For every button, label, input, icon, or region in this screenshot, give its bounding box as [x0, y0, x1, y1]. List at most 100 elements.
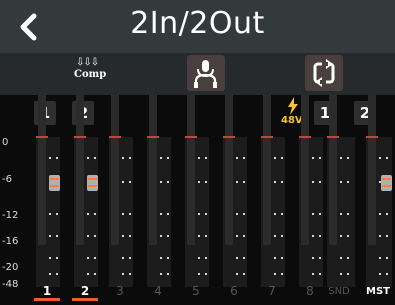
scale-tick: [56, 273, 58, 275]
channel-label: 7: [268, 284, 276, 298]
fader-knob[interactable]: [381, 175, 392, 191]
scale-tick: [243, 235, 245, 237]
scale-tick: [205, 235, 207, 237]
channel-label: 6: [230, 284, 238, 298]
swap-button[interactable]: [305, 55, 343, 91]
scale-label: -6: [2, 174, 12, 185]
fader-knob[interactable]: [87, 175, 98, 191]
meter-bar: [225, 95, 233, 245]
peak-indicator: [36, 136, 48, 138]
mixer-screen: 2In/2Out ⇩⇩⇩ Comp 48V 1 2 0 -6 -12 -16 -…: [0, 0, 395, 305]
scale-tick: [340, 273, 342, 275]
comp-button[interactable]: ⇩⇩⇩ Comp: [70, 55, 114, 95]
scale-tick: [205, 181, 207, 183]
scale-tick: [281, 257, 283, 259]
scale-tick: [160, 273, 162, 275]
scale-tick: [386, 273, 388, 275]
scale-tick: [312, 235, 314, 237]
peak-indicator: [261, 136, 273, 138]
scale-tick: [167, 273, 169, 275]
scale-tick: [379, 257, 381, 259]
scale-tick: [340, 213, 342, 215]
scale-tick: [198, 257, 200, 259]
scale-tick: [243, 257, 245, 259]
peak-indicator: [109, 136, 121, 138]
scale-tick: [205, 273, 207, 275]
scale-label: -16: [2, 236, 19, 247]
scale-tick: [205, 157, 207, 159]
active-indicator: [72, 298, 98, 301]
scale-tick: [87, 273, 89, 275]
scale-tick: [274, 257, 276, 259]
scale-tick: [386, 213, 388, 215]
scale-tick: [319, 157, 321, 159]
peak-indicator: [366, 136, 378, 138]
monitor-button[interactable]: [187, 55, 225, 91]
channel-label: 8: [306, 284, 314, 298]
meter-bar: [149, 95, 157, 245]
swap-arrows-icon: [313, 59, 335, 87]
lightning-icon: [288, 97, 298, 115]
scale-tick: [94, 235, 96, 237]
toolbar: ⇩⇩⇩ Comp: [0, 53, 395, 95]
scale-tick: [160, 181, 162, 183]
scale-tick: [386, 235, 388, 237]
down-arrows-icon: ⇩⇩⇩: [76, 57, 99, 68]
peak-indicator: [327, 136, 339, 138]
scale-tick: [198, 181, 200, 183]
scale-tick: [56, 157, 58, 159]
fader-knob[interactable]: [49, 175, 60, 191]
meter-bar: [263, 95, 271, 245]
scale-tick: [340, 181, 342, 183]
scale-tick: [122, 257, 124, 259]
meter-bar: [111, 95, 119, 245]
scale-tick: [205, 213, 207, 215]
scale-tick: [312, 257, 314, 259]
scale-tick: [236, 213, 238, 215]
headphone-mic-icon: [194, 60, 217, 88]
scale-tick: [198, 213, 200, 215]
scale-tick: [167, 257, 169, 259]
scale-tick: [167, 181, 169, 183]
scale-tick: [56, 213, 58, 215]
scale-tick: [122, 181, 124, 183]
scale-tick: [281, 213, 283, 215]
channel-label: 1: [42, 284, 52, 298]
scale-tick: [312, 273, 314, 275]
scale-tick: [319, 273, 321, 275]
scale-tick: [319, 213, 321, 215]
scale-tick: [319, 181, 321, 183]
channel-label: 4: [154, 284, 162, 298]
scale-tick: [160, 235, 162, 237]
channel-label: MST: [366, 286, 390, 297]
scale-tick: [347, 257, 349, 259]
scale-tick: [129, 257, 131, 259]
meter-bar: [187, 95, 195, 245]
scale-tick: [49, 213, 51, 215]
scale-tick: [281, 181, 283, 183]
scale-tick: [379, 213, 381, 215]
meter-bar: [76, 95, 84, 245]
scale-tick: [129, 213, 131, 215]
scale-tick: [379, 157, 381, 159]
active-indicator: [34, 298, 60, 301]
scale-tick: [87, 235, 89, 237]
scale-tick: [340, 235, 342, 237]
scale-label: -48: [2, 279, 19, 290]
scale-tick: [198, 273, 200, 275]
scale-tick: [236, 235, 238, 237]
peak-indicator: [147, 136, 159, 138]
scale-tick: [340, 257, 342, 259]
scale-tick: [274, 157, 276, 159]
scale-tick: [160, 157, 162, 159]
channel-label: 3: [116, 284, 124, 298]
scale-tick: [160, 257, 162, 259]
scale-tick: [379, 235, 381, 237]
scale-tick: [379, 273, 381, 275]
scale-tick: [94, 213, 96, 215]
scale-tick: [49, 235, 51, 237]
meter-bar: [38, 95, 46, 245]
scale-label: -20: [2, 262, 19, 273]
scale-tick: [122, 157, 124, 159]
scale-tick: [87, 213, 89, 215]
